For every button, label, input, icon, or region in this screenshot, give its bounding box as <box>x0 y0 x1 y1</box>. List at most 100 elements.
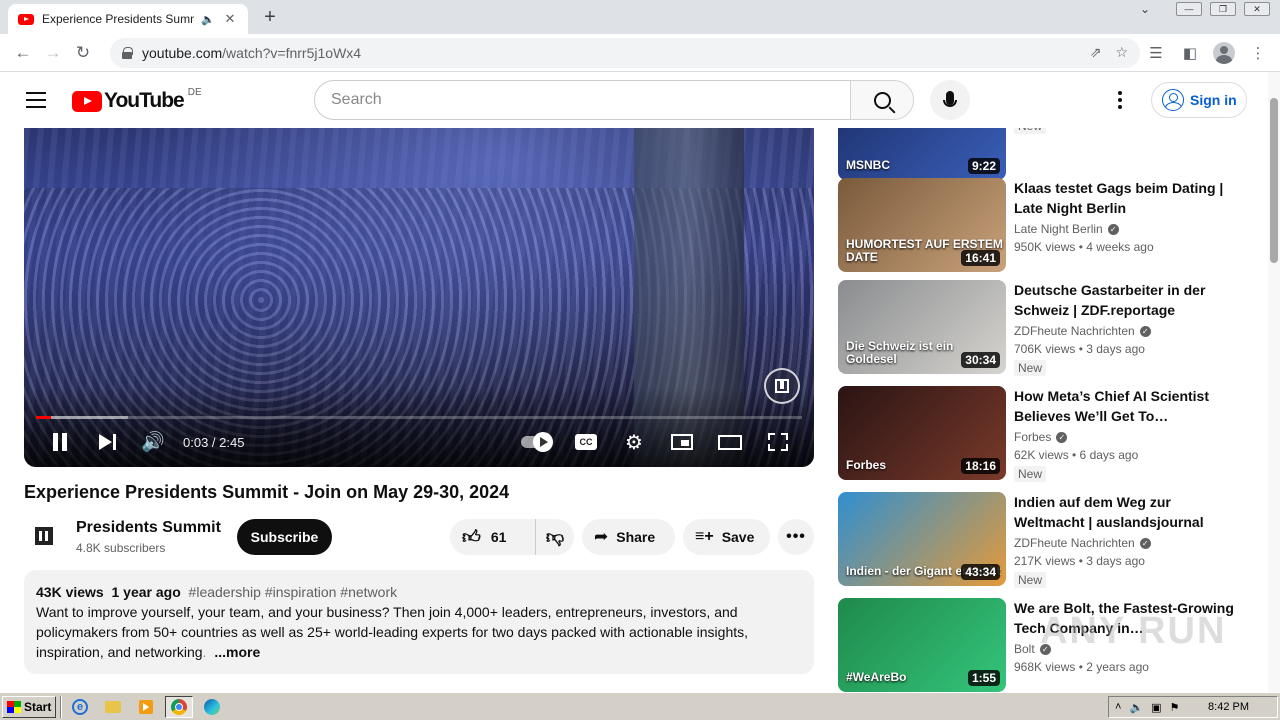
video-thumbnail[interactable]: Indien - der Gigant erwacht 43:34 <box>838 492 1006 586</box>
edge-taskbar-button[interactable] <box>198 696 226 718</box>
share-page-icon[interactable]: ⇗ <box>1090 44 1102 61</box>
save-button[interactable]: ≡+ Save <box>683 519 770 555</box>
address-bar[interactable]: youtube.com/watch?v=fnrr5j1oWx4 ⇗ ☆ <box>110 38 1140 68</box>
account-icon <box>1162 89 1184 111</box>
recommended-channel-name: Forbes <box>1014 430 1052 444</box>
volume-icon[interactable]: 🔊 <box>141 428 165 456</box>
recommended-channel[interactable]: ZDFheute Nachrichten ✓ <box>1014 536 1151 550</box>
new-badge: New <box>1014 466 1047 482</box>
tray-flag-icon[interactable]: ⚑ <box>1170 701 1180 714</box>
browser-toolbar: ← → ↻ youtube.com/watch?v=fnrr5j1oWx4 ⇗ … <box>0 34 1280 72</box>
ie-taskbar-button[interactable]: e <box>66 696 94 718</box>
like-count: 61 <box>490 529 507 545</box>
new-tab-plus-icon[interactable]: + <box>258 6 282 29</box>
tray-expand-icon[interactable]: ˄ <box>1115 701 1121 713</box>
description-box[interactable]: 43K views 1 year ago #leadership #inspir… <box>24 570 814 674</box>
hamburger-menu-icon[interactable] <box>26 92 46 108</box>
next-video-icon[interactable] <box>96 428 118 456</box>
explorer-taskbar-button[interactable] <box>99 696 127 718</box>
dislike-button[interactable]: 👎︎ <box>536 526 574 548</box>
new-badge: New <box>1014 128 1047 134</box>
recommended-channel-name: ZDFheute Nachrichten <box>1014 324 1135 338</box>
system-tray: ˄ 🔈 ▣ ⚑ 8:42 PM <box>1108 696 1278 718</box>
gear-icon[interactable]: ⚙ <box>622 428 646 456</box>
reload-icon[interactable]: ↻ <box>68 38 98 68</box>
recommended-video-title[interactable]: Klaas testet Gags beim Dating | Late Nig… <box>1014 178 1244 218</box>
share-button[interactable]: ➦ Share <box>582 519 675 555</box>
chevron-down-icon[interactable]: ⌄ <box>1140 2 1150 16</box>
bookmark-star-icon[interactable]: ☆ <box>1115 44 1128 61</box>
side-panel-icon[interactable]: ◧ <box>1176 38 1204 68</box>
search-input[interactable]: Search <box>314 80 851 120</box>
youtube-logo[interactable]: YouTube DE <box>72 87 202 113</box>
recommended-video[interactable]: HUMORTEST AUF ERSTEM DATE 16:41 Klaas test… <box>838 178 1258 274</box>
video-thumbnail[interactable]: Die Schweiz ist ein Goldesel 30:34 <box>838 280 1006 374</box>
like-button[interactable]: 👍︎ 61 <box>450 519 536 555</box>
hashtags[interactable]: #leadership #inspiration #network <box>189 584 398 600</box>
close-icon[interactable]: ✕ <box>222 11 238 27</box>
video-duration: 43:34 <box>961 564 1000 580</box>
miniplayer-icon[interactable] <box>668 428 696 456</box>
playlist-add-icon: ≡+ <box>695 528 714 545</box>
tray-network-icon[interactable]: ▣ <box>1151 701 1161 714</box>
recommended-video[interactable]: Indien - der Gigant erwacht 43:34 Indien a… <box>838 492 1258 588</box>
video-thumbnail[interactable]: #WeAreBo 1:55 <box>838 598 1006 692</box>
profile-button[interactable] <box>1210 38 1238 68</box>
browser-menu-icon[interactable]: ⋮ <box>1244 38 1272 68</box>
recommended-video-title[interactable]: Deutsche Gastarbeiter in der Schweiz | Z… <box>1014 280 1244 320</box>
recommended-video[interactable]: Die Schweiz ist ein Goldesel 30:34 Deutsch… <box>838 280 1258 376</box>
lock-icon[interactable] <box>122 47 133 59</box>
subscribe-button[interactable]: Subscribe <box>237 519 332 555</box>
video-player[interactable]: 🔊 0:03 / 2:45 CC ⚙ <box>24 128 814 467</box>
chrome-taskbar-button[interactable] <box>165 695 193 718</box>
taskbar-clock: 8:42 PM <box>1208 701 1249 713</box>
more-actions-button[interactable]: ••• <box>778 519 814 555</box>
start-button[interactable]: Start <box>2 695 56 718</box>
upload-age: 1 year ago <box>111 584 181 600</box>
video-thumbnail[interactable]: MSNBC 9:22 <box>838 128 1006 180</box>
pause-icon[interactable] <box>50 428 70 456</box>
forward-arrow-icon[interactable]: → <box>38 38 68 68</box>
view-count: 43K views <box>36 584 104 600</box>
thumbnail-overlay-text: MSNBC <box>846 158 890 172</box>
minimize-icon[interactable]: — <box>1176 2 1202 16</box>
presidents-summit-logo-icon <box>35 527 53 545</box>
video-thumbnail[interactable]: Forbes 18:16 <box>838 386 1006 480</box>
fullscreen-icon[interactable] <box>766 428 790 456</box>
profile-avatar-icon <box>1213 42 1235 64</box>
restore-icon[interactable]: ❐ <box>1210 2 1236 16</box>
search-icon <box>873 91 891 109</box>
recommended-video[interactable]: Forbes 18:16 How Meta’s Chief AI Scientist… <box>838 386 1258 482</box>
channel-avatar[interactable] <box>28 520 60 552</box>
video-thumbnail[interactable]: HUMORTEST AUF ERSTEM DATE 16:41 <box>838 178 1006 272</box>
sign-in-button[interactable]: Sign in <box>1151 82 1247 118</box>
recommended-channel[interactable]: Late Night Berlin ✓ <box>1014 222 1119 236</box>
voice-search-button[interactable] <box>930 80 970 120</box>
recommended-channel[interactable]: Forbes ✓ <box>1014 430 1068 444</box>
channel-name[interactable]: Presidents Summit <box>76 519 221 537</box>
url-host: youtube.com <box>142 45 223 61</box>
channel-watermark-icon[interactable] <box>764 368 800 404</box>
autoplay-toggle-icon[interactable] <box>518 428 553 456</box>
window-close-icon[interactable]: ✕ <box>1244 2 1270 16</box>
browser-tab[interactable]: Experience Presidents Summit - 🔈 ✕ <box>8 4 248 34</box>
page-scrollbar[interactable] <box>1268 72 1280 692</box>
theater-mode-icon[interactable] <box>716 428 744 456</box>
media-player-taskbar-button[interactable] <box>132 696 160 718</box>
internet-explorer-icon: e <box>72 698 88 715</box>
search-button[interactable] <box>850 80 914 120</box>
settings-kebab-icon[interactable] <box>1110 90 1130 110</box>
back-arrow-icon[interactable]: ← <box>8 38 38 68</box>
speaker-icon[interactable]: 🔈 <box>200 13 216 26</box>
subtitles-cc-icon[interactable]: CC <box>574 428 598 456</box>
tray-volume-icon[interactable]: 🔈 <box>1129 701 1143 714</box>
recommended-video-title[interactable]: How Meta’s Chief AI Scientist Believes W… <box>1014 386 1244 426</box>
recommended-channel[interactable]: ZDFheute Nachrichten ✓ <box>1014 324 1151 338</box>
recommended-video[interactable]: MSNBC9:22MSNBC✓664K views • 18 hours ago… <box>838 128 1258 182</box>
scrollbar-thumb[interactable] <box>1270 98 1278 263</box>
recommended-video-title[interactable]: Indien auf dem Weg zur Weltmacht | ausla… <box>1014 492 1244 532</box>
more-horizontal-icon: ••• <box>786 528 806 545</box>
media-controls-icon[interactable]: ☰ <box>1142 38 1170 68</box>
progress-bar[interactable] <box>36 416 802 419</box>
show-more-link[interactable]: ...more <box>214 644 260 660</box>
